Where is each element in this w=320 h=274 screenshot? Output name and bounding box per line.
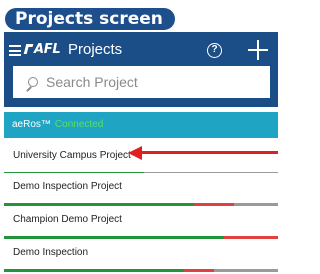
- help-icon[interactable]: ?: [207, 43, 222, 58]
- add-icon[interactable]: [248, 40, 268, 60]
- project-name: Demo Inspection Project: [13, 181, 122, 192]
- project-row[interactable]: Demo Inspection Project: [4, 173, 278, 206]
- page-title: Projects: [68, 41, 123, 58]
- progress-bar-red: [184, 269, 214, 272]
- project-row[interactable]: Champion Demo Project: [4, 206, 278, 239]
- search-box: [13, 66, 270, 98]
- project-name: University Campus Project: [13, 150, 131, 161]
- project-name: Champion Demo Project: [13, 214, 122, 225]
- projects-screen-banner: Projects screen: [5, 8, 175, 30]
- menu-icon[interactable]: [9, 45, 21, 56]
- progress-bar-grey: [214, 269, 278, 272]
- progress-bar-green: [4, 269, 184, 272]
- pointer-arrow: [128, 146, 278, 160]
- project-name: Demo Inspection: [13, 247, 89, 258]
- search-icon: [25, 77, 38, 92]
- device-name: aeRos™: [12, 119, 51, 130]
- connection-status: Connected: [54, 119, 104, 130]
- search-input[interactable]: [46, 71, 261, 93]
- project-row[interactable]: Demo Inspection: [4, 239, 278, 272]
- afl-logo: AFL: [23, 41, 61, 59]
- device-status-bar: aeRos™ Connected: [4, 112, 278, 138]
- app-bar: AFL Projects ?: [4, 32, 278, 107]
